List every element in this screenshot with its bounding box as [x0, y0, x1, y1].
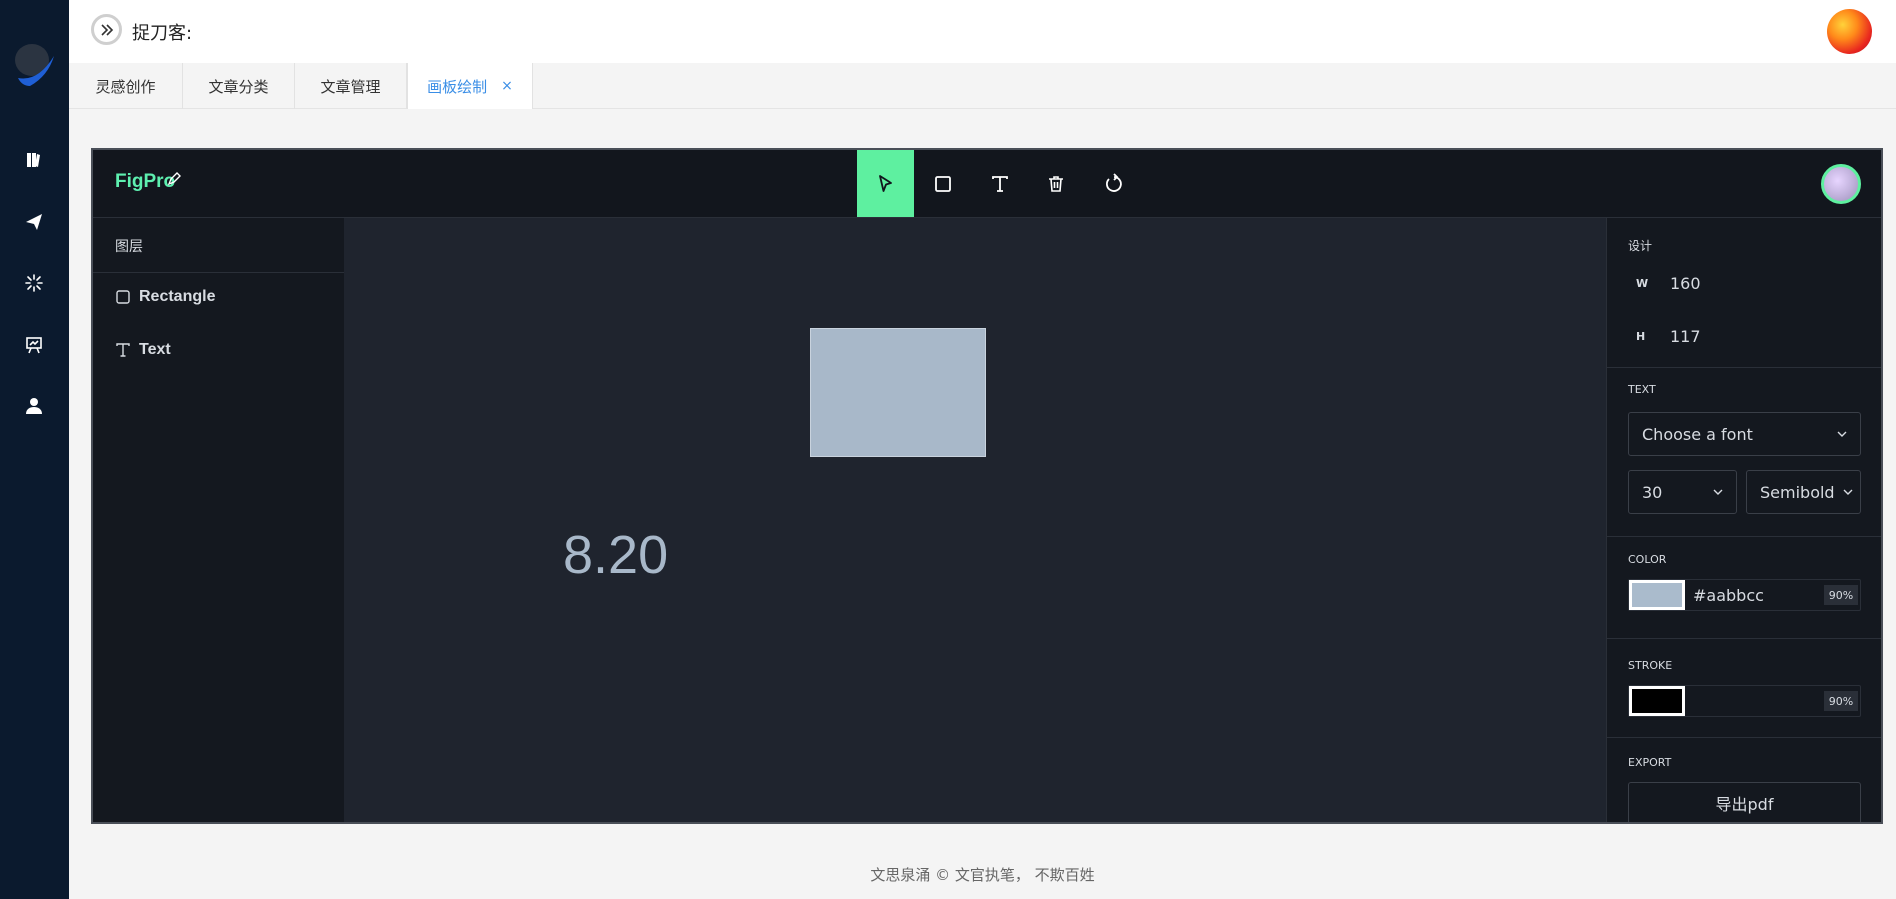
text-icon — [116, 343, 130, 357]
text-tool-icon — [991, 175, 1008, 192]
app-sidebar — [0, 0, 69, 899]
layer-item-rectangle[interactable]: Rectangle — [115, 286, 215, 308]
divider — [1607, 638, 1881, 639]
book-icon[interactable] — [24, 150, 44, 170]
color-section-title: COLOR — [1628, 553, 1667, 566]
sparkle-icon[interactable] — [24, 273, 44, 293]
height-input[interactable]: 117 — [1670, 327, 1790, 346]
presentation-icon[interactable] — [24, 335, 44, 355]
chevrons-right-icon — [100, 23, 113, 36]
tab-label: 画板绘制 — [427, 77, 488, 96]
logo — [12, 38, 56, 90]
properties-panel: 设计 W 160 H 117 TEXT Choose a font 30 Sem… — [1606, 218, 1881, 822]
chevron-down-icon — [1837, 431, 1847, 437]
footer: 文思泉涌 © 文官执笔， 不欺百姓 — [870, 866, 1095, 884]
tab-canvas-drawing[interactable]: 画板绘制 × — [407, 63, 533, 109]
editor-toolbar: FigPro — [93, 150, 1881, 218]
tab-label: 文章管理 — [320, 77, 381, 96]
tab-bar: 灵感创作 文章分类 文章管理 画板绘制 × — [69, 63, 1896, 109]
fill-color-swatch[interactable] — [1629, 580, 1685, 610]
send-icon[interactable] — [24, 212, 44, 232]
fill-opacity[interactable]: 90% — [1824, 585, 1858, 605]
stroke-color-swatch[interactable] — [1629, 686, 1685, 716]
fill-color-field[interactable]: #aabbcc 90% — [1628, 579, 1861, 611]
collapse-sidebar-button[interactable] — [91, 14, 122, 45]
font-size-select[interactable]: 30 — [1628, 470, 1737, 514]
canvas-text[interactable]: 8.20 — [563, 524, 668, 586]
top-header: 捉刀客: — [69, 0, 1896, 63]
chevron-down-icon — [1713, 489, 1723, 495]
font-size-value: 30 — [1642, 482, 1663, 502]
width-label: W — [1636, 277, 1649, 290]
chevron-down-icon — [1843, 489, 1853, 495]
page-title: 捉刀客: — [132, 23, 193, 44]
font-family-value: Choose a font — [1642, 424, 1753, 444]
square-icon — [116, 290, 130, 304]
user-icon[interactable] — [24, 396, 44, 416]
font-family-select[interactable]: Choose a font — [1628, 412, 1861, 456]
tab-article-management[interactable]: 文章管理 — [295, 63, 407, 109]
height-label: H — [1636, 330, 1646, 343]
layer-item-text[interactable]: Text — [115, 339, 171, 361]
fill-color-hex[interactable]: #aabbcc — [1693, 586, 1764, 605]
export-pdf-button[interactable]: 导出pdf — [1628, 782, 1861, 822]
width-input[interactable]: 160 — [1670, 274, 1790, 293]
layer-label: Text — [139, 341, 171, 358]
font-weight-select[interactable]: Semibold — [1746, 470, 1861, 514]
stroke-section-title: STROKE — [1628, 659, 1673, 672]
divider — [93, 272, 344, 273]
tab-inspiration[interactable]: 灵感创作 — [69, 63, 183, 109]
delete-icon — [1048, 175, 1063, 192]
layer-label: Rectangle — [139, 288, 216, 305]
export-section-title: EXPORT — [1628, 756, 1672, 769]
tab-label: 文章分类 — [208, 77, 269, 96]
divider — [1607, 536, 1881, 537]
reset-icon — [1105, 172, 1122, 192]
text-section-title: TEXT — [1628, 383, 1656, 396]
layers-panel: 图层 Rectangle Text — [93, 218, 344, 822]
tab-label: 灵感创作 — [95, 77, 156, 96]
layers-title: 图层 — [115, 239, 143, 255]
stroke-color-field[interactable]: 90% — [1628, 685, 1861, 717]
delete-button[interactable] — [1027, 150, 1084, 217]
stroke-opacity[interactable]: 90% — [1824, 691, 1858, 711]
reset-button[interactable] — [1085, 150, 1142, 217]
rectangle-tool-button[interactable] — [914, 150, 971, 217]
divider — [1607, 737, 1881, 738]
drawing-canvas[interactable]: 8.20 — [344, 218, 1606, 822]
tab-article-categories[interactable]: 文章分类 — [183, 63, 295, 109]
avatar[interactable] — [1827, 9, 1872, 54]
select-tool-button[interactable] — [857, 150, 914, 217]
font-weight-value: Semibold — [1760, 482, 1835, 502]
rectangle-tool-icon — [934, 175, 951, 192]
select-tool-icon — [878, 174, 892, 192]
editor-avatar[interactable] — [1821, 164, 1861, 204]
divider — [1607, 367, 1881, 368]
figpro-editor: FigPro 图层 Rectangle Text 8.20 设计 W 160 H… — [91, 148, 1883, 824]
design-section-title: 设计 — [1628, 239, 1653, 253]
pen-icon — [167, 172, 181, 186]
canvas-rectangle[interactable] — [810, 328, 986, 457]
close-icon[interactable]: × — [501, 78, 513, 94]
text-tool-button[interactable] — [971, 150, 1028, 217]
